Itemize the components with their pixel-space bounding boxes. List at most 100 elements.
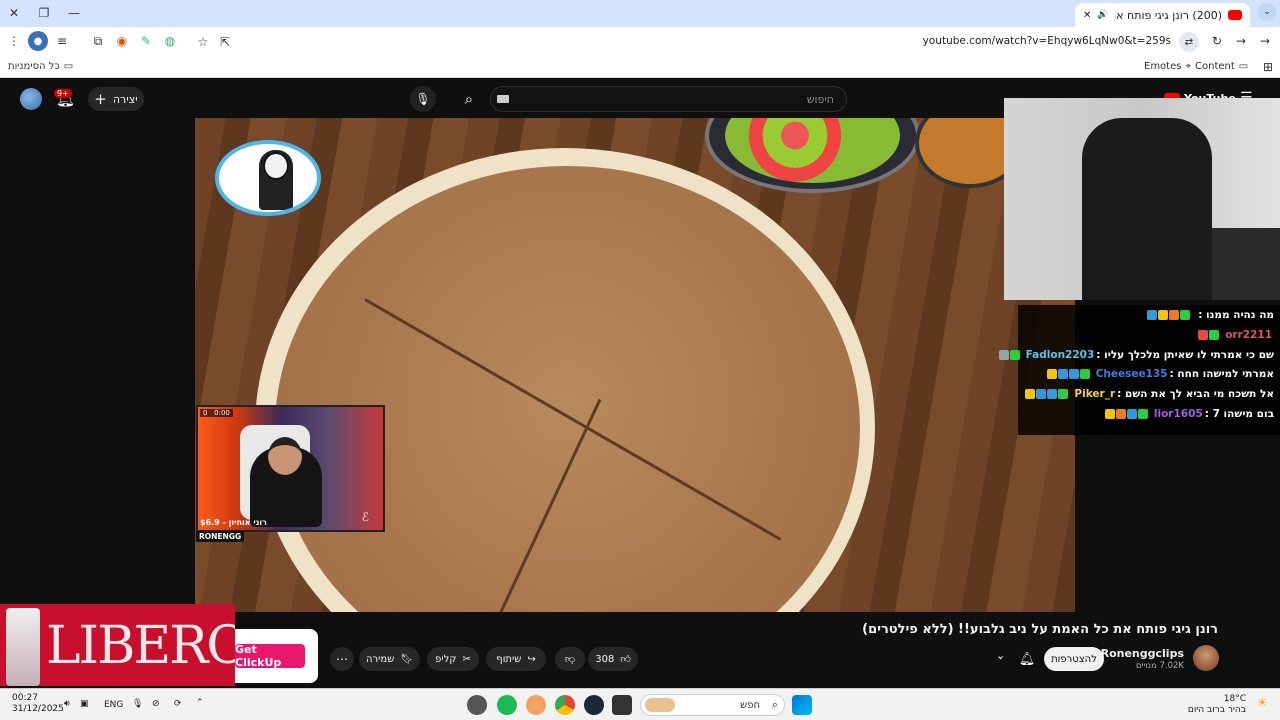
- clip-button[interactable]: ✂ קליפ: [427, 647, 479, 671]
- search-button[interactable]: ⌕: [450, 86, 488, 112]
- chat-badge-icon: [1058, 389, 1069, 400]
- bookmark-emotes-label: Emotes: [1144, 61, 1182, 72]
- save-button[interactable]: 🔖︎ שמירה: [359, 647, 420, 671]
- chat-username[interactable]: orr2211: [1225, 329, 1272, 341]
- chevron-down-icon[interactable]: ⌄: [996, 649, 1005, 662]
- chat-message-text: שם כי אמרתי לו שאיתן מלכלך עליו :: [1096, 348, 1274, 361]
- chat-badge-icon: [1180, 310, 1191, 320]
- user-avatar[interactable]: [20, 88, 42, 110]
- search-input[interactable]: חיפוש: [490, 86, 847, 112]
- chat-badge-icon: [1147, 310, 1158, 320]
- chat-username[interactable]: Cheesee135: [1096, 368, 1168, 380]
- site-settings-icon[interactable]: ⇄: [1179, 32, 1199, 52]
- weather-temp: 18°C: [1223, 694, 1246, 704]
- extension-1-icon[interactable]: ◉: [112, 31, 132, 51]
- chat-badges: [1024, 388, 1069, 400]
- bookmark-emotes[interactable]: Emotes ⌖: [1144, 61, 1191, 72]
- taskbar-search[interactable]: חפש ⌕: [640, 694, 785, 716]
- scissors-icon: ✂: [462, 653, 471, 665]
- create-button[interactable]: יצירה +: [88, 87, 144, 111]
- tray-overflow-chevron-icon[interactable]: ⌃: [196, 698, 204, 708]
- chat-badge-icon: [1104, 409, 1115, 419]
- chat-badge-icon: [1198, 329, 1209, 340]
- tab-close-icon[interactable]: ✕: [1083, 10, 1091, 21]
- tray-icon-2[interactable]: ⟳: [174, 699, 182, 709]
- chat-badges: [998, 349, 1020, 361]
- dislike-button[interactable]: 👎︎: [555, 647, 585, 671]
- clock-time: 00:27: [12, 693, 38, 703]
- video-player[interactable]: [195, 118, 1075, 612]
- terminal-icon[interactable]: [612, 695, 632, 715]
- folder-icon: ▭: [1238, 61, 1249, 72]
- volume-icon[interactable]: 🔊︎: [64, 699, 70, 709]
- tab-search-icon[interactable]: ⌄: [1258, 3, 1276, 21]
- keyboard-icon[interactable]: [497, 95, 509, 103]
- reading-list-icon[interactable]: ≡: [52, 31, 72, 51]
- bookmark-content[interactable]: Content ▭: [1195, 61, 1248, 72]
- extension-3-icon[interactable]: ◍: [160, 31, 180, 51]
- voice-search-button[interactable]: 🎙︎: [410, 86, 436, 112]
- stream-logo-icon: ℰ: [361, 510, 369, 524]
- restore-window-icon[interactable]: ❐: [34, 3, 54, 23]
- apps-grid-icon[interactable]: ⊞: [1258, 57, 1278, 77]
- chat-username[interactable]: lior1605: [1154, 408, 1203, 420]
- minimize-window-icon[interactable]: —: [64, 3, 84, 23]
- back-icon[interactable]: →: [1231, 31, 1251, 51]
- taskbar-app-1-icon[interactable]: [467, 695, 487, 715]
- weather-sun-icon: ☀: [1256, 696, 1268, 711]
- address-bar[interactable]: ☆ ⇱ youtube.com/watch?v=Ehqyw6LqNw0&t=25…: [185, 31, 1205, 53]
- reload-icon[interactable]: ↻: [1207, 31, 1227, 51]
- menu-kebab-icon[interactable]: ⋮: [4, 31, 24, 51]
- clock[interactable]: 00:27 31/12/2025: [12, 693, 64, 715]
- chat-message: מה נהיה ממנו :: [1146, 309, 1274, 321]
- chat-message: אמרתי למישהו חחח :Cheesee135: [1046, 368, 1274, 380]
- channel-name[interactable]: Ronenggclips: [1101, 647, 1184, 660]
- folder-icon: ▭: [63, 61, 74, 72]
- search-icon: ⌕: [771, 698, 778, 711]
- chat-username[interactable]: Piker_r: [1074, 388, 1115, 400]
- create-label: יצירה: [112, 92, 138, 106]
- search-placeholder: חיפוש: [806, 93, 834, 106]
- input-language[interactable]: ENG: [104, 700, 123, 710]
- all-bookmarks-folder[interactable]: כל הסימניות ▭: [8, 61, 73, 72]
- like-button[interactable]: 👍︎ 308: [588, 647, 638, 671]
- steam-icon[interactable]: [584, 695, 604, 715]
- channel-avatar[interactable]: [1193, 645, 1219, 671]
- chat-message-text: בום מישהו 7 :: [1204, 408, 1274, 420]
- weather-widget[interactable]: 18°C בהיר ברוב היום: [1188, 694, 1246, 716]
- profile-avatar[interactable]: ●: [28, 31, 48, 51]
- more-actions-button[interactable]: ⋯: [330, 647, 354, 671]
- close-window-icon[interactable]: ✕: [4, 3, 24, 23]
- ad-cta-button[interactable]: Get ClickUp: [235, 643, 305, 669]
- windows-start-icon[interactable]: [792, 695, 812, 715]
- network-icon[interactable]: ▣: [80, 699, 89, 709]
- share-button[interactable]: ↪ שיתוף: [486, 647, 546, 671]
- chat-username[interactable]: Fadlon2203: [1026, 349, 1095, 361]
- bookmark-star-icon[interactable]: ☆: [193, 32, 213, 52]
- microphone-tray-icon[interactable]: 🎙︎: [132, 699, 143, 709]
- taskbar-app-3-icon[interactable]: [526, 695, 546, 715]
- streamer-head: [268, 437, 302, 475]
- spotify-icon[interactable]: [497, 695, 517, 715]
- subscription-bell-button[interactable]: 🔔︎: [1015, 647, 1039, 671]
- forward-icon[interactable]: →: [1255, 31, 1275, 51]
- tab-youtube[interactable]: (200) רונן גיגי פותח את כל 🔊 ✕: [1075, 3, 1250, 27]
- subscriber-count: 7.02K מנויים: [1135, 661, 1184, 671]
- chat-badge-icon: [1126, 409, 1137, 419]
- search-highlight-icon: [645, 698, 675, 712]
- join-button[interactable]: להצטרפות: [1044, 647, 1104, 671]
- webcam-overlay: [1004, 98, 1280, 300]
- ad-brand-text: LIBERO: [46, 616, 235, 676]
- audio-icon[interactable]: 🔊: [1097, 10, 1108, 20]
- tray-icon-1[interactable]: ⊘: [152, 699, 160, 709]
- perfume-ad-banner[interactable]: LIBERO: [0, 604, 235, 686]
- chat-badge-icon: [1036, 389, 1047, 400]
- url-text[interactable]: youtube.com/watch?v=Ehqyw6LqNw0&t=259s: [923, 35, 1171, 47]
- cam-stats: 0 0:00: [200, 409, 233, 417]
- extensions-icon[interactable]: ⧉: [88, 31, 108, 51]
- viewer-count: 0: [203, 409, 208, 417]
- install-app-icon[interactable]: ⇱: [215, 32, 235, 52]
- extension-2-icon[interactable]: ✎: [136, 31, 156, 51]
- chrome-icon[interactable]: [555, 695, 575, 715]
- chat-message-text: אל תשכח מי הביא לך את השם :: [1117, 388, 1274, 401]
